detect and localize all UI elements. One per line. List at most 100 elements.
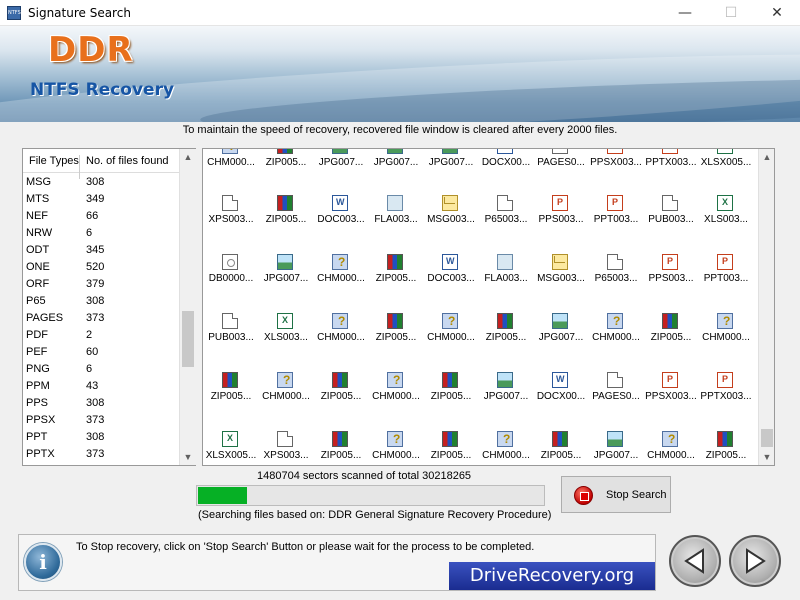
file-item[interactable]: JPG007...	[478, 372, 534, 432]
minimize-button[interactable]: —	[662, 0, 708, 26]
file-item[interactable]: CHM000...	[643, 431, 699, 465]
close-button[interactable]: ✕	[754, 0, 800, 26]
file-item[interactable]: PPS003...	[533, 195, 589, 255]
list-scrollbar[interactable]: ▲ ▼	[179, 149, 196, 465]
file-item[interactable]: ZIP005...	[313, 431, 369, 465]
maximize-button[interactable]: ☐	[708, 0, 754, 26]
file-item[interactable]: PPSX003...	[643, 372, 699, 432]
list-item[interactable]: PPS 308	[23, 395, 179, 412]
file-item[interactable]: MSG003...	[533, 254, 589, 314]
list-item[interactable]: ODT 345	[23, 242, 179, 259]
file-item[interactable]: XPS003...	[203, 195, 259, 255]
file-item[interactable]: CHM000...	[588, 313, 644, 373]
file-item[interactable]: PPT003...	[588, 195, 644, 255]
file-item[interactable]: XLSX005...	[698, 149, 754, 198]
file-item[interactable]: ZIP005...	[258, 149, 314, 198]
list-item[interactable]: PEF 60	[23, 344, 179, 361]
column-files-found[interactable]: No. of files found	[86, 155, 169, 167]
file-item[interactable]: PAGES0...	[588, 372, 644, 432]
file-item[interactable]: XLS003...	[698, 195, 754, 255]
file-item[interactable]: JPG007...	[258, 254, 314, 314]
file-item[interactable]: CHM000...	[313, 254, 369, 314]
file-item[interactable]: XPS003...	[258, 431, 314, 465]
file-item[interactable]: CHM000...	[698, 313, 754, 373]
file-name: ZIP005...	[265, 214, 307, 225]
file-item[interactable]: CHM000...	[368, 431, 424, 465]
file-item[interactable]: CHM000...	[313, 313, 369, 373]
file-type: PNG	[26, 363, 50, 375]
file-item[interactable]: ZIP005...	[478, 313, 534, 373]
file-item[interactable]: PUB003...	[643, 195, 699, 255]
scroll-up-icon[interactable]: ▲	[759, 149, 774, 165]
file-item[interactable]: ZIP005...	[643, 313, 699, 373]
list-item[interactable]: ONE 520	[23, 259, 179, 276]
file-item[interactable]: ZIP005...	[533, 431, 589, 465]
file-item[interactable]: ZIP005...	[368, 313, 424, 373]
list-item[interactable]: PPT 308	[23, 429, 179, 446]
list-item[interactable]: PPTX 373	[23, 446, 179, 463]
file-item[interactable]: JPG007...	[533, 313, 589, 373]
list-item[interactable]: PAGES 373	[23, 310, 179, 327]
scroll-thumb[interactable]	[761, 429, 773, 447]
stop-search-button[interactable]: Stop Search	[561, 476, 671, 513]
file-item[interactable]: PUB003...	[203, 313, 259, 373]
scroll-thumb[interactable]	[182, 311, 194, 367]
file-item[interactable]: ZIP005...	[203, 372, 259, 432]
file-item[interactable]: MSG003...	[423, 195, 479, 255]
file-item[interactable]: ZIP005...	[423, 372, 479, 432]
file-item[interactable]: ZIP005...	[698, 431, 754, 465]
file-item[interactable]: ZIP005...	[258, 195, 314, 255]
file-item[interactable]: DB0000...	[203, 254, 259, 314]
file-item[interactable]: FLA003...	[478, 254, 534, 314]
file-item[interactable]: ZIP005...	[423, 431, 479, 465]
list-item[interactable]: PPM 43	[23, 378, 179, 395]
file-item[interactable]: PPT003...	[698, 254, 754, 314]
file-item[interactable]: DOC003...	[313, 195, 369, 255]
list-item[interactable]: PDF 2	[23, 327, 179, 344]
file-item[interactable]: DOCX00...	[478, 149, 534, 198]
list-item[interactable]: P65 308	[23, 293, 179, 310]
file-item[interactable]: CHM000...	[423, 313, 479, 373]
list-item[interactable]: PPSX 373	[23, 412, 179, 429]
file-item[interactable]: DOCX00...	[533, 372, 589, 432]
scroll-up-icon[interactable]: ▲	[180, 149, 196, 165]
recovered-files-panel[interactable]: CHM000... ZIP005... JPG007... JPG007... JPG0…	[202, 148, 775, 466]
file-item[interactable]: JPG007...	[368, 149, 424, 198]
file-item[interactable]: JPG007...	[423, 149, 479, 198]
file-item[interactable]: JPG007...	[588, 431, 644, 465]
list-item[interactable]: NEF 66	[23, 208, 179, 225]
file-item[interactable]: CHM000...	[203, 149, 259, 198]
scroll-down-icon[interactable]: ▼	[180, 449, 196, 465]
list-item[interactable]: ORF 379	[23, 276, 179, 293]
file-item[interactable]: CHM000...	[258, 372, 314, 432]
list-item[interactable]: PNG 6	[23, 361, 179, 378]
file-item[interactable]: CHM000...	[478, 431, 534, 465]
file-name: CHM000...	[372, 450, 420, 461]
scroll-down-icon[interactable]: ▼	[759, 449, 774, 465]
column-file-types[interactable]: File Types	[29, 155, 79, 167]
file-item[interactable]: ZIP005...	[368, 254, 424, 314]
file-item[interactable]: FLA003...	[368, 195, 424, 255]
back-button[interactable]	[669, 535, 721, 587]
list-item[interactable]: MTS 349	[23, 191, 179, 208]
file-item[interactable]: PPTX003...	[643, 149, 699, 198]
file-item[interactable]: JPG007...	[313, 149, 369, 198]
file-item[interactable]: XLS003...	[258, 313, 314, 373]
next-button[interactable]	[729, 535, 781, 587]
file-item[interactable]: ZIP005...	[313, 372, 369, 432]
file-types-list[interactable]: File Types No. of files found MSG 308 MTS 3…	[22, 148, 196, 466]
list-item[interactable]: NRW 6	[23, 225, 179, 242]
files-scrollbar[interactable]: ▲ ▼	[758, 149, 774, 465]
file-item[interactable]: P65003...	[588, 254, 644, 314]
file-item[interactable]: PAGES0...	[533, 149, 589, 198]
file-item[interactable]: DOC003...	[423, 254, 479, 314]
file-item[interactable]: CHM000...	[368, 372, 424, 432]
file-item[interactable]: PPS003...	[643, 254, 699, 314]
file-item[interactable]: P65003...	[478, 195, 534, 255]
file-item[interactable]: PPSX003...	[588, 149, 644, 198]
progress-text: 1480704 sectors scanned of total 3021826…	[257, 470, 472, 482]
file-item[interactable]: PPTX003...	[698, 372, 754, 432]
list-item[interactable]: MSG 308	[23, 174, 179, 191]
file-item[interactable]: XLSX005...	[203, 431, 259, 465]
brand-banner[interactable]: DriveRecovery.org	[449, 562, 655, 590]
